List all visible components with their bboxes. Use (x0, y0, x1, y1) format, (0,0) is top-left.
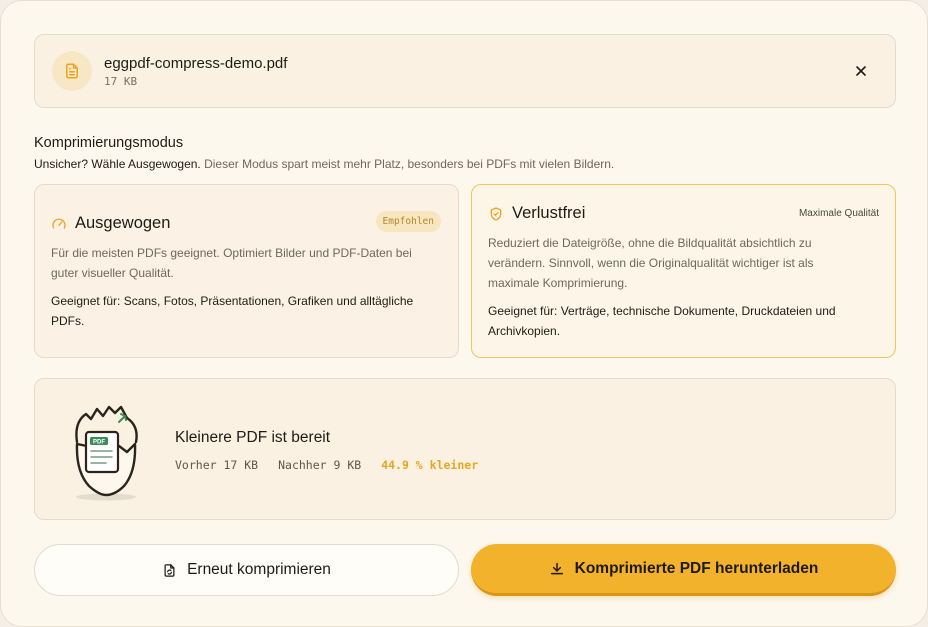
file-size: 17 KB (104, 75, 138, 88)
recompress-label: Erneut komprimieren (187, 561, 331, 578)
file-name: eggpdf-compress-demo.pdf (104, 55, 288, 72)
download-label: Komprimierte PDF herunterladen (574, 559, 819, 577)
compress-panel: eggpdf-compress-demo.pdf 17 KB Komprimie… (0, 0, 928, 627)
gauge-icon (52, 218, 66, 229)
download-button[interactable]: Komprimierte PDF herunterladen (471, 544, 896, 596)
mode-suitable-for: Geeignet für: Scans, Fotos, Präsentation… (51, 294, 414, 328)
mode-option-verlustfrei[interactable]: Verlustfrei Maximale Qualität Reduziert … (471, 184, 896, 358)
recompress-button[interactable]: Erneut komprimieren (34, 544, 459, 596)
mode-hint-rest: Dieser Modus spart meist mehr Platz, bes… (200, 157, 615, 171)
egg-pdf-illustration: PDF (75, 405, 138, 501)
mode-head: Ausgewogen (51, 214, 170, 233)
size-after: Nachher 9 KB (278, 458, 362, 472)
mode-description: Für die meisten PDFs geeignet. Optimiert… (51, 246, 412, 280)
file-refresh-icon (164, 563, 175, 577)
mode-section-title: Komprimierungsmodus (34, 135, 184, 151)
document-icon (52, 51, 92, 91)
egg-pdf-label: PDF (93, 439, 105, 445)
download-icon (550, 562, 563, 574)
result-stats: Vorher 17 KB Nachher 9 KB 44.9 % kleiner (175, 458, 478, 472)
mode-title: Verlustfrei (512, 204, 586, 222)
mode-option-ausgewogen[interactable]: Ausgewogen Empfohlen Für die meisten PDF… (34, 184, 459, 358)
file-card: eggpdf-compress-demo.pdf 17 KB (34, 34, 896, 108)
mode-hint-strong: Unsicher? Wähle Ausgewogen. (34, 157, 201, 171)
mode-head: Verlustfrei (488, 204, 585, 223)
result-title: Kleinere PDF ist bereit (175, 429, 331, 446)
reduction-percent: 44.9 % kleiner (381, 458, 479, 472)
mode-section-hint: Unsicher? Wähle Ausgewogen. Dieser Modus… (34, 157, 614, 171)
size-before: Vorher 17 KB (175, 458, 259, 472)
mode-description: Reduziert die Dateigröße, ohne die Bildq… (488, 236, 814, 290)
result-card: PDF Kleinere PDF ist bereit Vorher 17 KB… (34, 378, 896, 520)
close-icon (856, 66, 866, 76)
shield-check-icon (490, 206, 502, 221)
max-quality-badge: Maximale Qualität (798, 208, 879, 219)
mode-title: Ausgewogen (75, 214, 171, 232)
recommended-badge: Empfohlen (375, 211, 441, 232)
mode-suitable-for: Geeignet für: Verträge, technische Dokum… (488, 304, 836, 338)
remove-file-button[interactable] (851, 61, 871, 81)
